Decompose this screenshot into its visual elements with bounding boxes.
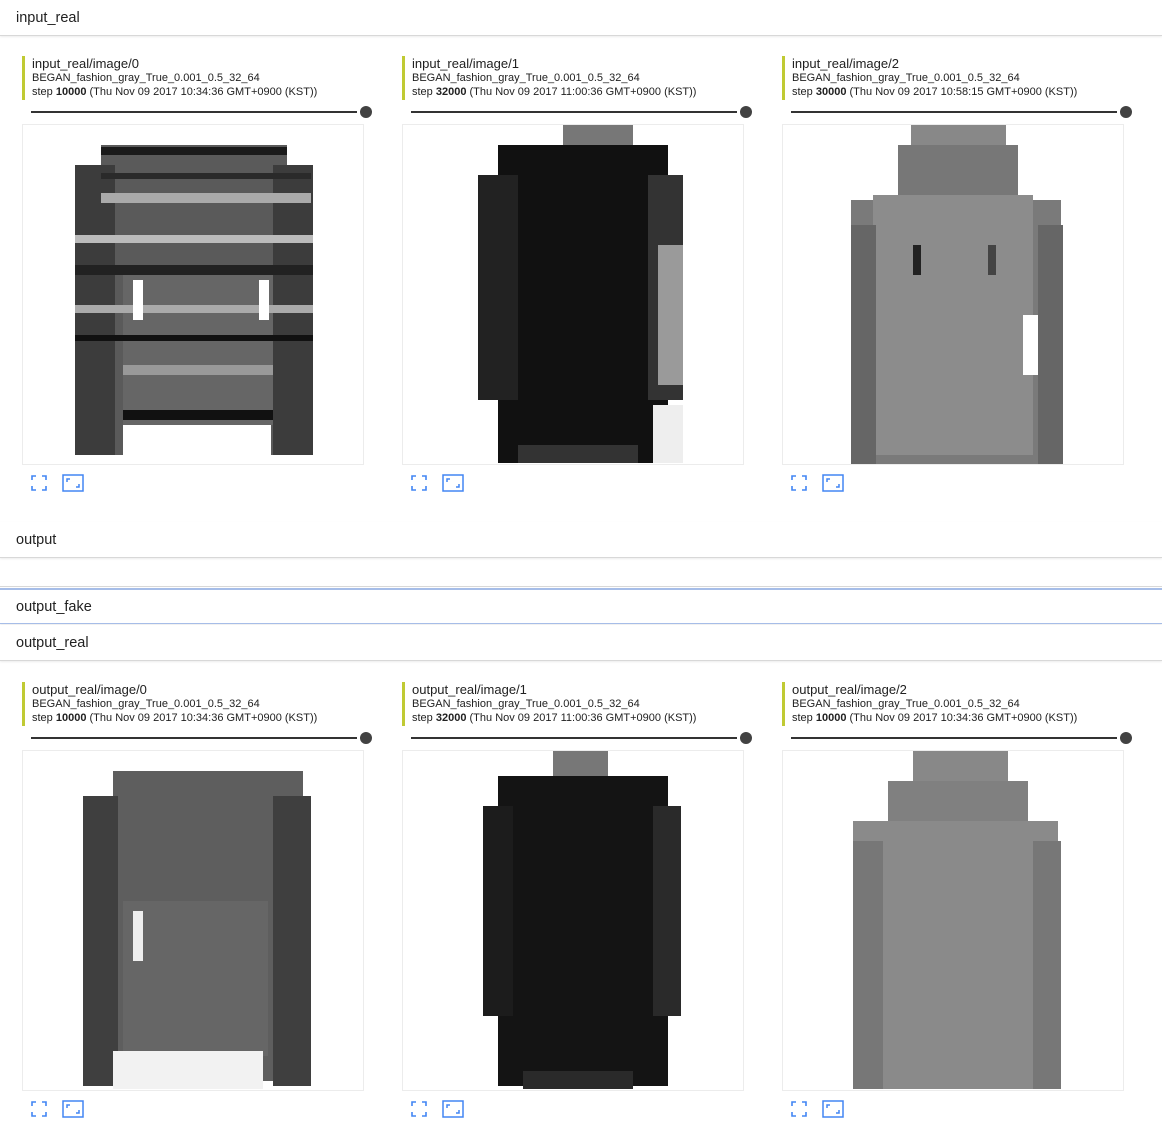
image-frame <box>782 124 1124 465</box>
slider-track <box>31 737 357 739</box>
card-tag: input_real/image/0 <box>32 56 139 71</box>
card-run: BEGAN_fashion_gray_True_0.001_0.5_32_64 <box>412 72 640 84</box>
card-run: BEGAN_fashion_gray_True_0.001_0.5_32_64 <box>792 698 1020 710</box>
actual-size-icon[interactable] <box>442 1100 464 1120</box>
card-run: BEGAN_fashion_gray_True_0.001_0.5_32_64 <box>412 698 640 710</box>
section-title: output <box>16 532 57 548</box>
slider-track <box>791 737 1117 739</box>
slider-knob[interactable] <box>360 106 372 118</box>
card-step: step 10000 (Thu Nov 09 2017 10:34:36 GMT… <box>32 712 318 724</box>
image-card: input_real/image/2 BEGAN_fashion_gray_Tr… <box>782 56 1132 496</box>
image-card: output_real/image/2 BEGAN_fashion_gray_T… <box>782 682 1132 1122</box>
step-slider[interactable] <box>411 106 752 118</box>
image-frame <box>402 750 744 1091</box>
card-step: step 10000 (Thu Nov 09 2017 10:34:36 GMT… <box>792 712 1078 724</box>
section-header-input-real[interactable]: input_real <box>0 0 1162 36</box>
garment-image <box>478 125 683 463</box>
fullscreen-icon[interactable] <box>790 1100 812 1120</box>
image-frame <box>782 750 1124 1091</box>
garment-image <box>75 145 313 464</box>
output-empty-area <box>0 558 1162 587</box>
slider-track <box>31 111 357 113</box>
card-header: output_real/image/0 BEGAN_fashion_gray_T… <box>22 682 364 726</box>
fullscreen-icon[interactable] <box>410 474 432 494</box>
slider-knob[interactable] <box>740 106 752 118</box>
card-header: output_real/image/2 BEGAN_fashion_gray_T… <box>782 682 1124 726</box>
card-tag: output_real/image/1 <box>412 682 527 697</box>
actual-size-icon[interactable] <box>442 474 464 494</box>
image-card: output_real/image/1 BEGAN_fashion_gray_T… <box>402 682 752 1122</box>
card-step: step 32000 (Thu Nov 09 2017 11:00:36 GMT… <box>412 712 697 724</box>
card-run: BEGAN_fashion_gray_True_0.001_0.5_32_64 <box>32 698 260 710</box>
card-header: input_real/image/0 BEGAN_fashion_gray_Tr… <box>22 56 364 100</box>
step-slider[interactable] <box>31 106 372 118</box>
card-tag: input_real/image/2 <box>792 56 899 71</box>
card-step: step 30000 (Thu Nov 09 2017 10:58:15 GMT… <box>792 86 1078 98</box>
card-header: input_real/image/1 BEGAN_fashion_gray_Tr… <box>402 56 744 100</box>
image-frame <box>402 124 744 465</box>
section-title: output_fake <box>16 599 92 615</box>
card-tag: output_real/image/2 <box>792 682 907 697</box>
section-header-output-fake[interactable]: output_fake <box>0 588 1162 624</box>
image-card: input_real/image/0 BEGAN_fashion_gray_Tr… <box>22 56 372 496</box>
image-card: input_real/image/1 BEGAN_fashion_gray_Tr… <box>402 56 752 496</box>
card-tag: output_real/image/0 <box>32 682 147 697</box>
step-slider[interactable] <box>31 732 372 744</box>
image-frame <box>22 124 364 465</box>
slider-track <box>411 737 737 739</box>
slider-knob[interactable] <box>360 732 372 744</box>
section-title: output_real <box>16 635 89 651</box>
card-header: input_real/image/2 BEGAN_fashion_gray_Tr… <box>782 56 1124 100</box>
image-card: output_real/image/0 BEGAN_fashion_gray_T… <box>22 682 372 1122</box>
garment-image <box>851 125 1063 464</box>
step-slider[interactable] <box>411 732 752 744</box>
slider-knob[interactable] <box>1120 106 1132 118</box>
step-slider[interactable] <box>791 732 1132 744</box>
slider-knob[interactable] <box>740 732 752 744</box>
actual-size-icon[interactable] <box>822 1100 844 1120</box>
slider-track <box>411 111 737 113</box>
fullscreen-icon[interactable] <box>30 1100 52 1120</box>
garment-image <box>853 751 1061 1089</box>
fullscreen-icon[interactable] <box>410 1100 432 1120</box>
card-step: step 32000 (Thu Nov 09 2017 11:00:36 GMT… <box>412 86 697 98</box>
card-run: BEGAN_fashion_gray_True_0.001_0.5_32_64 <box>792 72 1020 84</box>
slider-knob[interactable] <box>1120 732 1132 744</box>
actual-size-icon[interactable] <box>822 474 844 494</box>
card-run: BEGAN_fashion_gray_True_0.001_0.5_32_64 <box>32 72 260 84</box>
section-title: input_real <box>16 10 80 26</box>
garment-image <box>83 771 311 1089</box>
image-frame <box>22 750 364 1091</box>
fullscreen-icon[interactable] <box>790 474 812 494</box>
card-step: step 10000 (Thu Nov 09 2017 10:34:36 GMT… <box>32 86 318 98</box>
garment-image <box>483 751 681 1089</box>
slider-track <box>791 111 1117 113</box>
section-header-output-real[interactable]: output_real <box>0 625 1162 661</box>
actual-size-icon[interactable] <box>62 474 84 494</box>
card-header: output_real/image/1 BEGAN_fashion_gray_T… <box>402 682 744 726</box>
actual-size-icon[interactable] <box>62 1100 84 1120</box>
card-tag: input_real/image/1 <box>412 56 519 71</box>
step-slider[interactable] <box>791 106 1132 118</box>
section-header-output[interactable]: output <box>0 522 1162 558</box>
fullscreen-icon[interactable] <box>30 474 52 494</box>
